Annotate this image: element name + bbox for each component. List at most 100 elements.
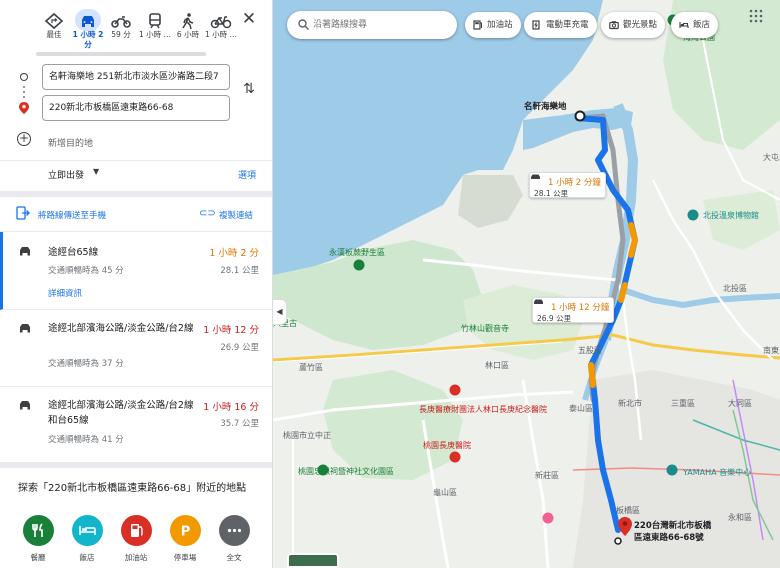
route-option-3[interactable]: 途經北部濱海公路/淡金公路/台2線和台65線 1 小時 16 分 35.7 公里… (0, 387, 272, 465)
mode-best-label: 最佳 (46, 30, 62, 39)
route-time: 1 小時 12 分 (203, 325, 259, 336)
chip-label: 加油站 (487, 20, 513, 30)
restaurant-icon (22, 515, 54, 546)
place-label: 大同區 (728, 399, 752, 408)
nearby-gas-stations-button[interactable]: 加油站 (116, 515, 156, 563)
store-marker-icon[interactable] (666, 464, 678, 476)
mode-motorcycle[interactable]: 59 分 (104, 6, 138, 54)
swap-icon[interactable]: ⇅ (241, 81, 257, 101)
route-search-box[interactable] (287, 11, 457, 39)
parking-icon: P (169, 515, 201, 546)
place-label: 板橋區 (616, 506, 640, 515)
route-name: 途經台65線 (48, 247, 99, 258)
chip-gas-station[interactable]: 加油站 (465, 12, 521, 38)
route-distance: 28.1 公里 (220, 266, 259, 276)
chip-attractions[interactable]: 觀光景點 (601, 12, 666, 38)
mode-walk[interactable]: 6 小時 (171, 6, 205, 54)
mode-car[interactable]: 1 小時 2 分 (71, 6, 105, 54)
route-time: 1 小時 16 分 (203, 402, 259, 413)
car-icon (20, 247, 30, 256)
hospital-marker-icon[interactable] (449, 451, 461, 463)
destination-input[interactable]: 220新北市板橋區遠東路66-68 (42, 95, 230, 121)
copy-link-button[interactable]: 複製連結 (219, 209, 253, 221)
car-icon (82, 16, 94, 27)
destination-pin-icon (19, 102, 29, 114)
route-option-2[interactable]: 途經北部濱海公路/淡金公路/台2線 1 小時 12 分 26.9 公里 交通順暢… (0, 310, 272, 387)
origin-dot-icon (20, 73, 28, 81)
mode-walk-label: 6 小時 (176, 30, 200, 39)
add-destination-icon[interactable]: + (17, 132, 31, 146)
route-distance: 26.9 公里 (220, 343, 259, 353)
close-icon[interactable]: ✕ (240, 10, 258, 28)
search-input[interactable] (313, 17, 449, 33)
link-icon[interactable]: ⊂⊃ (199, 208, 216, 219)
motorcycle-icon (111, 16, 131, 28)
traffic-slow-segment (588, 362, 596, 388)
route-typical-time: 交通順暢時為 45 分 (48, 266, 124, 276)
harbor (458, 175, 523, 228)
add-destination-label[interactable]: 新增目的地 (48, 136, 93, 149)
place-label: 南東 (763, 346, 779, 355)
callout-time: 1 小時 12 分鐘 (551, 303, 610, 313)
map-canvas[interactable]: 名軒海樂地 220台灣新北市板橋 區遠東路66-68號 海灣公園 大屯 北投區 … (273, 0, 780, 568)
route-dots-icon (23, 96, 25, 98)
nearby-more-button[interactable]: 全文 (214, 515, 254, 563)
park-marker-icon[interactable] (353, 259, 365, 271)
callout-distance: 28.1 公里 (534, 189, 569, 198)
chip-label: 電動車充電 (546, 20, 589, 30)
destination-point (614, 537, 622, 545)
place-label: 新北市 (618, 399, 642, 408)
nearby-parking-button[interactable]: P 停車場 (165, 515, 205, 563)
mode-motorcycle-label: 59 分 (111, 30, 131, 39)
send-to-phone-icon[interactable] (16, 206, 30, 220)
route-option-1[interactable]: 途經台65線 1 小時 2 分 28.1 公里 交通順暢時為 45 分 詳細資訊 (0, 232, 272, 310)
apps-grid-icon[interactable] (749, 9, 763, 23)
options-button[interactable]: 選項 (238, 168, 256, 181)
alt-route-callout[interactable]: 1 小時 12 分鐘 26.9 公里 (532, 297, 614, 323)
directions-panel: 最佳 1 小時 2 分 59 分 1 小時 … 6 小時 1 小時 … ✕ 名軒… (0, 0, 273, 568)
hotel-icon (679, 22, 689, 28)
mode-bicycle[interactable]: 1 小時 … (204, 6, 238, 54)
mode-best[interactable]: 最佳 (37, 6, 71, 54)
chip-hotels[interactable]: 飯店 (671, 12, 719, 38)
send-to-phone-link[interactable]: 將路線傳送至手機 (38, 209, 106, 221)
nearby-restaurants-button[interactable]: 餐廳 (18, 515, 58, 563)
nearby-label: 加油站 (124, 553, 148, 562)
route-details-link[interactable]: 詳細資訊 (48, 287, 82, 299)
nearby-hotels-button[interactable]: 飯店 (67, 515, 107, 563)
route-dots-icon (23, 86, 25, 88)
section-divider (0, 462, 272, 468)
mode-scrollbar[interactable] (36, 52, 206, 56)
app-window: 最佳 1 小時 2 分 59 分 1 小時 … 6 小時 1 小時 … ✕ 名軒… (0, 0, 780, 568)
place-label: 桃園忠烈祠暨神社文化園區 (298, 467, 394, 476)
explore-nearby-title: 探索「220新北市板橋區遠東路66-68」附近的地點 (18, 483, 247, 494)
hospital-marker-icon[interactable] (449, 384, 461, 396)
main-route-callout[interactable]: 1 小時 2 分鐘 28.1 公里 (529, 172, 606, 198)
chip-label: 飯店 (693, 20, 711, 30)
place-label: 大屯 (763, 153, 779, 162)
depart-time-select[interactable]: 立即出發 (48, 168, 84, 181)
origin-input[interactable]: 名軒海樂地 251新北市淡水區沙崙路二段7 (42, 64, 230, 90)
divider (0, 160, 272, 161)
ev-charging-icon (532, 20, 540, 30)
train-icon (149, 13, 161, 29)
shopping-marker-icon[interactable] (542, 512, 554, 524)
mode-transit-label: 1 小時 … (138, 30, 172, 39)
green-area (323, 370, 463, 480)
origin-marker[interactable] (574, 110, 586, 122)
chevron-down-icon[interactable]: ▼ (93, 167, 99, 176)
place-label: 桃園長庚醫院 (423, 441, 471, 450)
museum-marker-icon[interactable] (687, 209, 699, 221)
place-label: YAMAHA 音樂中心 (683, 468, 752, 477)
nearby-label: 飯店 (79, 553, 95, 562)
map-layers-button[interactable] (287, 553, 339, 568)
nearby-label: 全文 (226, 553, 242, 562)
mode-car-label: 1 小時 2 分 (72, 30, 104, 49)
mode-transit[interactable]: 1 小時 … (138, 6, 172, 54)
place-label: 龜山區 (433, 488, 457, 497)
collapse-panel-icon[interactable]: ◀ (273, 299, 287, 325)
place-label: 竹林山觀音寺 (461, 324, 509, 333)
route-name: 途經北部濱海公路/淡金公路/台2線 (48, 323, 194, 334)
car-icon (20, 324, 30, 333)
chip-ev-charging[interactable]: 電動車充電 (524, 12, 597, 38)
